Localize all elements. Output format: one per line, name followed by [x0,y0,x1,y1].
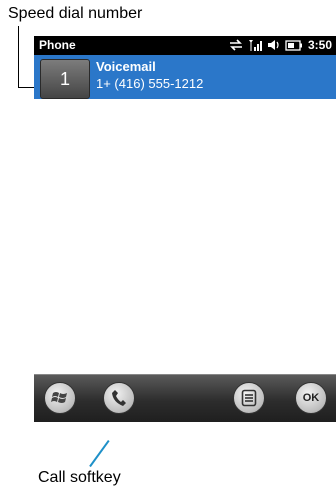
speaker-icon [267,39,280,51]
status-icons: 3:50 [229,38,332,52]
phone-screen: Phone 3:50 1 Voicemail 1+ (416) 555-1212… [34,36,336,422]
speed-dial-name: Voicemail [96,59,156,74]
speed-dial-number-button[interactable]: 1 [40,59,90,99]
speed-dial-callout-label: Speed dial number [8,5,143,22]
softkey-bar: OK [34,374,336,422]
menu-softkey[interactable] [233,382,265,414]
phone-handset-icon [111,389,127,407]
signal-icon [248,39,262,52]
ok-button[interactable]: OK [295,382,327,414]
windows-start-button[interactable] [44,382,76,414]
status-time: 3:50 [307,38,332,52]
app-title: Phone [39,38,76,52]
sync-arrows-icon [229,39,243,51]
speed-dial-list-area [34,99,336,403]
ok-icon: OK [302,392,320,404]
status-bar: Phone 3:50 [34,36,336,55]
battery-icon [285,39,303,51]
speed-dial-leader-vertical [18,26,19,88]
call-softkey-callout-label: Call softkey [38,469,121,486]
call-softkey[interactable] [103,382,135,414]
windows-start-icon [51,390,69,406]
menu-list-icon [241,389,257,407]
speed-dial-phone-number: 1+ (416) 555-1212 [96,76,204,91]
speed-dial-entry[interactable]: 1 Voicemail 1+ (416) 555-1212 [34,55,336,99]
call-softkey-leader [89,440,110,468]
